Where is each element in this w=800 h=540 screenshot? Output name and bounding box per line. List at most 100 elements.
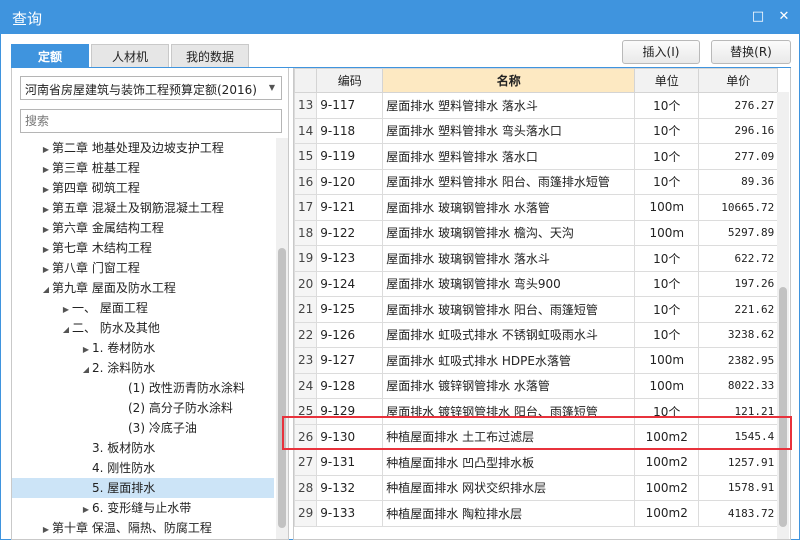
tree-item-label: 第四章 砌筑工程 — [52, 181, 140, 195]
row-index: 27 — [294, 449, 318, 476]
header-code[interactable]: 编码 — [316, 68, 384, 93]
cell-unit: 10个 — [634, 143, 700, 170]
replace-button[interactable]: 替换(R) — [711, 40, 791, 64]
table-scrollbar-thumb[interactable] — [779, 287, 787, 527]
expand-icon[interactable]: ▶ — [40, 160, 52, 180]
tree-item[interactable]: 4. 刚性防水 — [12, 458, 274, 478]
cell-code: 9-128 — [316, 372, 384, 399]
table-row[interactable]: 21 9-125 屋面排水 玻璃钢管排水 阳台、雨篷短管 10个 221.62 — [294, 296, 779, 323]
tree-item[interactable]: ▶ 第七章 木结构工程 — [12, 238, 274, 258]
tree-item[interactable]: 5. 屋面排水 — [12, 478, 274, 498]
cell-price: 1257.91 — [698, 449, 779, 476]
tab-my-data[interactable]: 我的数据 — [171, 44, 249, 68]
tree-scrollbar[interactable] — [276, 138, 288, 539]
quota-library-select[interactable]: 河南省房屋建筑与装饰工程预算定额(2016) ▼ — [20, 76, 282, 100]
table-row[interactable]: 13 9-117 屋面排水 塑料管排水 落水斗 10个 276.27 — [294, 92, 779, 119]
expand-icon[interactable]: ▶ — [40, 200, 52, 220]
table-row[interactable]: 22 9-126 屋面排水 虹吸式排水 不锈钢虹吸雨水斗 10个 3238.62 — [294, 321, 779, 348]
cell-unit: 100m2 — [634, 500, 700, 527]
tree-item[interactable]: ▶ 第五章 混凝土及钢筋混凝土工程 — [12, 198, 274, 218]
expand-icon[interactable]: ▶ — [40, 180, 52, 200]
cell-price: 1545.4 — [698, 423, 779, 450]
tree-item[interactable]: ▶ 第四章 砌筑工程 — [12, 178, 274, 198]
search-input[interactable] — [20, 109, 282, 133]
table-row[interactable]: 20 9-124 屋面排水 玻璃钢管排水 弯头900 10个 197.26 — [294, 270, 779, 297]
quota-table: 编码 名称 单位 单价 13 9-117 屋面排水 塑料管排水 落水斗 10个 276.… — [294, 68, 779, 527]
row-index: 15 — [294, 143, 318, 170]
header-price[interactable]: 单价 — [698, 68, 779, 93]
expand-icon[interactable]: ▶ — [60, 300, 72, 320]
tree-scrollbar-thumb[interactable] — [278, 248, 286, 528]
table-row[interactable]: 27 9-131 种植屋面排水 凹凸型排水板 100m2 1257.91 — [294, 449, 779, 476]
minimize-icon[interactable]: □ — [748, 7, 768, 27]
tree-item[interactable]: ▶ 第六章 金属结构工程 — [12, 218, 274, 238]
cell-code: 9-121 — [316, 194, 384, 221]
tree-item[interactable]: ◢ 二、 防水及其他 — [12, 318, 274, 338]
cell-price: 121.21 — [698, 398, 779, 425]
table-row[interactable]: 26 9-130 种植屋面排水 土工布过滤层 100m2 1545.4 — [294, 423, 779, 450]
cell-name: 屋面排水 塑料管排水 落水口 — [382, 143, 636, 170]
header-unit[interactable]: 单位 — [634, 68, 700, 93]
table-row[interactable]: 29 9-133 种植屋面排水 陶粒排水层 100m2 4183.72 — [294, 500, 779, 527]
expand-icon[interactable]: ▶ — [40, 260, 52, 280]
cell-unit: 100m2 — [634, 474, 700, 501]
tree-item[interactable]: (1) 改性沥青防水涂料 — [12, 378, 274, 398]
tree-item-label: 第二章 地基处理及边坡支护工程 — [52, 141, 224, 155]
table-row[interactable]: 15 9-119 屋面排水 塑料管排水 落水口 10个 277.09 — [294, 143, 779, 170]
tree-item[interactable]: ▶ 第八章 门窗工程 — [12, 258, 274, 278]
cell-name: 种植屋面排水 网状交织排水层 — [382, 474, 636, 501]
row-index: 25 — [294, 398, 318, 425]
tree-item[interactable]: (3) 冷底子油 — [12, 418, 274, 438]
cell-price: 622.72 — [698, 245, 779, 272]
expand-icon[interactable]: ▶ — [40, 220, 52, 240]
table-row[interactable]: 14 9-118 屋面排水 塑料管排水 弯头落水口 10个 296.16 — [294, 117, 779, 144]
tab-labor-material-machine[interactable]: 人材机 — [91, 44, 169, 68]
expand-icon[interactable]: ▶ — [40, 520, 52, 539]
cell-unit: 10个 — [634, 270, 700, 297]
tree-item[interactable]: ▶ 6. 变形缝与止水带 — [12, 498, 274, 518]
collapse-icon[interactable]: ◢ — [60, 320, 72, 340]
table-row[interactable]: 25 9-129 屋面排水 镀锌钢管排水 阳台、雨篷短管 10个 121.21 — [294, 398, 779, 425]
tab-quota[interactable]: 定额 — [11, 44, 89, 68]
tree-item[interactable]: (2) 高分子防水涂料 — [12, 398, 274, 418]
cell-price: 10665.72 — [698, 194, 779, 221]
cell-code: 9-117 — [316, 92, 384, 119]
insert-button[interactable]: 插入(I) — [622, 40, 700, 64]
table-row[interactable]: 16 9-120 屋面排水 塑料管排水 阳台、雨篷排水短管 10个 89.36 — [294, 168, 779, 195]
table-row[interactable]: 17 9-121 屋面排水 玻璃钢管排水 水落管 100m 10665.72 — [294, 194, 779, 221]
header-name[interactable]: 名称 — [382, 68, 636, 93]
cell-unit: 100m — [634, 219, 700, 246]
table-scrollbar[interactable] — [777, 92, 789, 539]
cell-price: 2382.95 — [698, 347, 779, 374]
expand-icon[interactable]: ▶ — [40, 140, 52, 160]
collapse-icon[interactable]: ◢ — [80, 360, 92, 380]
cell-code: 9-123 — [316, 245, 384, 272]
cell-name: 屋面排水 玻璃钢管排水 檐沟、天沟 — [382, 219, 636, 246]
table-row[interactable]: 28 9-132 种植屋面排水 网状交织排水层 100m2 1578.91 — [294, 474, 779, 501]
cell-price: 8022.33 — [698, 372, 779, 399]
tree-item[interactable]: 3. 板材防水 — [12, 438, 274, 458]
tree-item[interactable]: ▶ 一、 屋面工程 — [12, 298, 274, 318]
table-row[interactable]: 19 9-123 屋面排水 玻璃钢管排水 落水斗 10个 622.72 — [294, 245, 779, 272]
tree-item[interactable]: ▶ 1. 卷材防水 — [12, 338, 274, 358]
tree-item-label: 第八章 门窗工程 — [52, 261, 140, 275]
tree-item-label: 第三章 桩基工程 — [52, 161, 140, 175]
tree-item-label: 3. 板材防水 — [92, 441, 156, 455]
cell-unit: 100m2 — [634, 449, 700, 476]
expand-icon[interactable]: ▶ — [80, 500, 92, 520]
table-row[interactable]: 24 9-128 屋面排水 镀锌钢管排水 水落管 100m 8022.33 — [294, 372, 779, 399]
expand-icon[interactable]: ▶ — [40, 240, 52, 260]
table-row[interactable]: 23 9-127 屋面排水 虹吸式排水 HDPE水落管 100m 2382.95 — [294, 347, 779, 374]
expand-icon[interactable]: ▶ — [80, 340, 92, 360]
close-icon[interactable]: ✕ — [774, 7, 794, 27]
tree-item[interactable]: ◢ 2. 涂料防水 — [12, 358, 274, 378]
tree-item-label: (1) 改性沥青防水涂料 — [128, 381, 245, 395]
tree-item[interactable]: ▶ 第十章 保温、隔热、防腐工程 — [12, 518, 274, 538]
cell-unit: 10个 — [634, 245, 700, 272]
tree-item[interactable]: ▶ 第三章 桩基工程 — [12, 158, 274, 178]
tree-item[interactable]: ◢ 第九章 屋面及防水工程 — [12, 278, 274, 298]
collapse-icon[interactable]: ◢ — [40, 280, 52, 300]
table-row[interactable]: 18 9-122 屋面排水 玻璃钢管排水 檐沟、天沟 100m 5297.89 — [294, 219, 779, 246]
tree-item[interactable]: ▶ 第二章 地基处理及边坡支护工程 — [12, 138, 274, 158]
tree-item-label: 4. 刚性防水 — [92, 461, 156, 475]
